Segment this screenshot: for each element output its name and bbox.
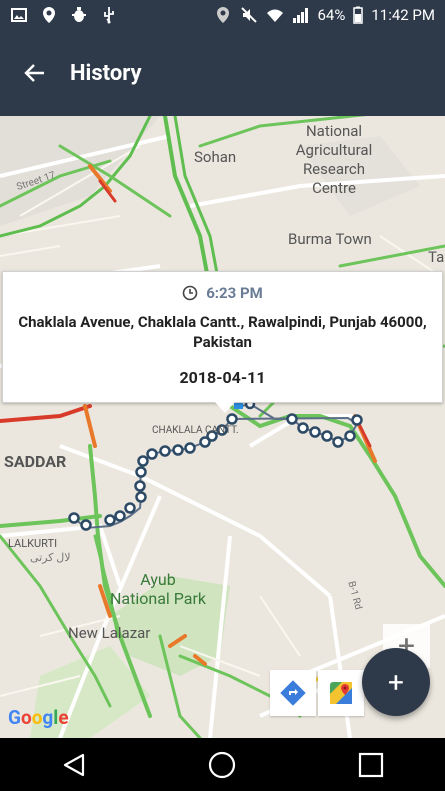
google-logo: Google (8, 706, 69, 729)
mute-icon (240, 6, 258, 24)
map-label-ayub-park: Ayub National Park (102, 570, 214, 608)
map-label-narc: National Agricultural Research Centre (286, 122, 382, 198)
clock-time: 11:42 PM (371, 6, 435, 24)
status-bar: 64% 11:42 PM (0, 0, 445, 30)
location-icon (214, 6, 232, 24)
battery-icon (353, 6, 364, 24)
map-label-new-lalazar: New Lalazar (68, 624, 151, 642)
map-view[interactable]: Sohan National Agricultural Research Cen… (0, 116, 445, 738)
add-fab-button[interactable]: + (362, 648, 430, 716)
nav-home-button[interactable] (192, 738, 252, 791)
circle-home-icon (209, 751, 236, 778)
map-label-ta: Ta (428, 248, 445, 266)
back-button[interactable] (20, 58, 50, 88)
signal-icon (292, 6, 310, 24)
battery-percent: 64% (317, 6, 346, 24)
wifi-icon (266, 6, 284, 24)
directions-icon (280, 680, 306, 706)
map-label-narc-line1: National (305, 122, 363, 140)
map-label-narc-line3: Research (302, 160, 366, 178)
google-logo-g: G (8, 706, 21, 729)
map-label-narc-line2: Agricultural (295, 141, 373, 159)
google-logo-o2: o (31, 706, 43, 729)
map-label-chaklala: CHAKLALA CANTT. (152, 425, 239, 436)
nav-recents-button[interactable] (341, 738, 401, 791)
location-info-window[interactable]: 6:23 PM Chaklala Avenue, Chaklala Cantt.… (2, 271, 443, 413)
google-logo-g2: g (42, 706, 54, 729)
map-label-ayub-line2: National Park (109, 589, 206, 608)
info-time-row: 6:23 PM (3, 284, 442, 302)
google-maps-icon (330, 682, 352, 704)
directions-button[interactable] (270, 670, 316, 716)
info-date: 2018-04-11 (179, 368, 266, 387)
clock-icon (182, 285, 198, 301)
image-icon (10, 6, 28, 24)
google-logo-e: e (58, 706, 69, 729)
triangle-back-icon (64, 753, 85, 776)
map-label-saddar: SADDAR (4, 452, 67, 471)
map-label-burma-town: Burma Town (288, 230, 372, 248)
open-in-maps-button[interactable] (318, 670, 364, 716)
info-address: Chaklala Avenue, Chaklala Cantt., Rawalp… (18, 313, 427, 351)
info-time: 6:23 PM (206, 284, 263, 302)
map-label-sohan: Sohan (194, 148, 237, 166)
arrow-left-icon (24, 64, 44, 82)
map-label-narc-line4: Centre (312, 179, 356, 197)
map-label-ayub-line1: Ayub (140, 570, 176, 589)
page-title: History (70, 60, 142, 86)
square-recents-icon (358, 752, 383, 777)
map-label-lalkurti-urdu: لال کرتی (30, 551, 71, 564)
usb-icon (100, 6, 118, 24)
google-logo-o1: o (20, 706, 32, 729)
system-nav-bar (0, 738, 445, 791)
app-bar: History (0, 30, 445, 116)
nav-back-button[interactable] (44, 738, 104, 791)
bug-icon (70, 6, 88, 24)
location-pin-icon (40, 6, 58, 24)
